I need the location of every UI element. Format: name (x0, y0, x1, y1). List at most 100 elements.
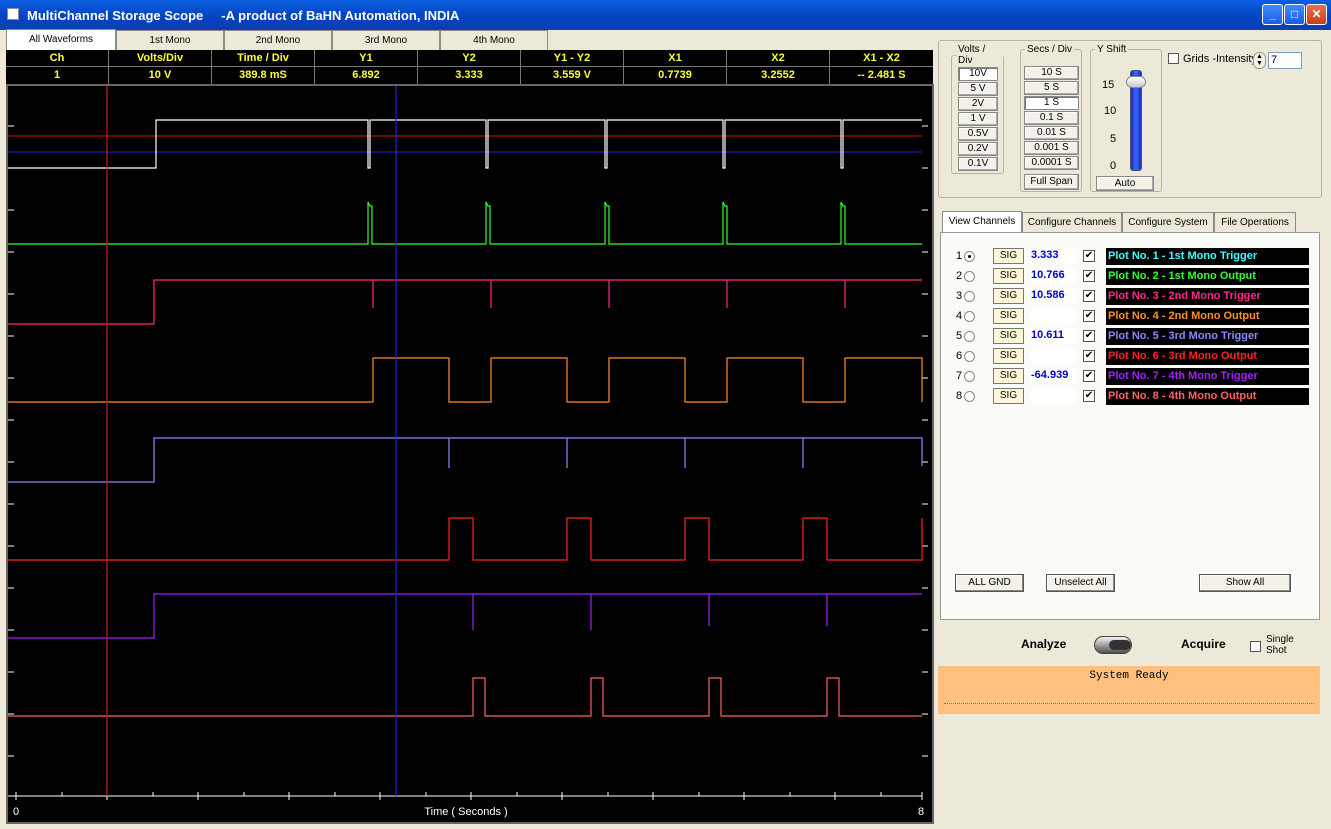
single-shot-label: Single Shot (1266, 634, 1294, 656)
channel-number: 4 (956, 310, 963, 322)
channel-visible-checkbox[interactable]: ✔ (1083, 370, 1095, 382)
secs-0-0001s-button[interactable]: 0.0001 S (1024, 156, 1079, 170)
channel-radio[interactable] (964, 311, 975, 322)
single-shot-checkbox[interactable] (1250, 641, 1261, 652)
tab-4th-mono[interactable]: 4th Mono (440, 30, 548, 50)
value-time-div: 389.8 mS (212, 67, 315, 84)
control-panel: Volts / Div 10V 5 V 2V 1 V 0.5V 0.2V 0.1… (938, 36, 1325, 824)
analyze-acquire-toggle[interactable] (1094, 636, 1132, 654)
secs-0-1s-button[interactable]: 0.1 S (1024, 111, 1079, 125)
channel-name: Plot No. 5 - 3rd Mono Trigger (1106, 328, 1309, 345)
unselect-all-button[interactable]: Unselect All (1046, 574, 1115, 592)
tab-view-channels[interactable]: View Channels (942, 211, 1022, 232)
channel-radio[interactable] (964, 391, 975, 402)
grids-intensity-label: Grids -Intensity (1183, 53, 1257, 65)
channel-radio[interactable] (964, 251, 975, 262)
secs-1s-button[interactable]: 1 S (1024, 96, 1079, 110)
header-volts-div: Volts/Div (109, 50, 212, 67)
tab-1st-mono[interactable]: 1st Mono (116, 30, 224, 50)
volts-0-5v-button[interactable]: 0.5V (958, 127, 998, 141)
waveform-ch7 (8, 593, 922, 639)
y-shift-auto-button[interactable]: Auto (1096, 176, 1154, 191)
header-y1-y2: Y1 - Y2 (521, 50, 624, 67)
header-x2: X2 (727, 50, 830, 67)
tab-all-waveforms[interactable]: All Waveforms (6, 29, 116, 50)
channel-radio[interactable] (964, 351, 975, 362)
grids-intensity-input[interactable]: 7 (1268, 52, 1302, 69)
channel-name: Plot No. 8 - 4th Mono Output (1106, 388, 1309, 405)
channel-name: Plot No. 4 - 2nd Mono Output (1106, 308, 1309, 325)
channel-visible-checkbox[interactable]: ✔ (1083, 390, 1095, 402)
channel-row: 2 SIG 10.766 ✔ Plot No. 2 - 1st Mono Output (956, 268, 1311, 286)
value-x1-x2: -- 2.481 S (857, 69, 906, 81)
channel-number: 1 (956, 250, 963, 262)
secs-0-01s-button[interactable]: 0.01 S (1024, 126, 1079, 140)
channel-value: 10.766 (1030, 268, 1076, 284)
grids-spinner[interactable]: ▲ ▼ (1253, 52, 1266, 69)
header-time-div: Time / Div (212, 50, 315, 67)
scope-display[interactable]: 0 8 Time ( Seconds ) (6, 84, 934, 824)
volts-0-1v-button[interactable]: 0.1V (958, 157, 998, 171)
sig-button[interactable]: SIG (993, 308, 1024, 324)
channel-value (1030, 308, 1076, 324)
tab-3rd-mono[interactable]: 3rd Mono (332, 30, 440, 50)
waveform-plot[interactable]: 0 8 Time ( Seconds ) (8, 86, 932, 822)
sig-button[interactable]: SIG (993, 248, 1024, 264)
y-shift-legend: Y Shift (1097, 44, 1127, 55)
tab-configure-channels[interactable]: Configure Channels (1022, 212, 1122, 232)
header-y2: Y2 (418, 50, 521, 67)
channel-visible-checkbox[interactable]: ✔ (1083, 330, 1095, 342)
channel-value: 10.586 (1030, 288, 1076, 304)
grids-checkbox[interactable] (1168, 53, 1179, 64)
sig-button[interactable]: SIG (993, 388, 1024, 404)
close-button[interactable]: ✕ (1306, 4, 1327, 25)
volts-10v-button[interactable]: 10V (958, 67, 998, 81)
sig-button[interactable]: SIG (993, 328, 1024, 344)
channel-value: 3.333 (1030, 248, 1076, 264)
channel-name: Plot No. 7 - 4th Mono Trigger (1106, 368, 1309, 385)
volts-1v-button[interactable]: 1 V (958, 112, 998, 126)
waveform-ch5 (8, 437, 923, 483)
measurement-table: Ch Volts/Div Time / Div Y1 Y2 Y1 - Y2 X1… (6, 50, 933, 84)
channel-visible-checkbox[interactable]: ✔ (1083, 270, 1095, 282)
volts-2v-button[interactable]: 2V (958, 97, 998, 111)
all-gnd-button[interactable]: ALL GND (955, 574, 1024, 592)
full-span-button[interactable]: Full Span (1024, 174, 1079, 190)
secs-0-001s-button[interactable]: 0.001 S (1024, 141, 1079, 155)
show-all-button[interactable]: Show All (1199, 574, 1291, 592)
channel-radio[interactable] (964, 371, 975, 382)
waveform-ch2 (8, 201, 922, 245)
channel-visible-checkbox[interactable]: ✔ (1083, 250, 1095, 262)
sig-button[interactable]: SIG (993, 288, 1024, 304)
channel-radio[interactable] (964, 271, 975, 282)
channel-radio[interactable] (964, 291, 975, 302)
window-title: MultiChannel Storage Scope -A product of… (27, 8, 460, 23)
channel-visible-checkbox[interactable]: ✔ (1083, 290, 1095, 302)
channel-value: 10.611 (1030, 328, 1076, 344)
maximize-button[interactable]: □ (1284, 4, 1305, 25)
channel-name: Plot No. 1 - 1st Mono Trigger (1106, 248, 1309, 265)
secs-10s-button[interactable]: 10 S (1024, 66, 1079, 80)
channel-radio[interactable] (964, 331, 975, 342)
sig-button[interactable]: SIG (993, 348, 1024, 364)
channel-row: 7 SIG -64.939 ✔ Plot No. 7 - 4th Mono Trigge… (956, 368, 1311, 386)
channel-visible-checkbox[interactable]: ✔ (1083, 310, 1095, 322)
y-shift-tick-5: 5 (1110, 133, 1117, 145)
y-shift-slider-thumb[interactable] (1126, 76, 1146, 88)
tab-file-operations[interactable]: File Operations (1214, 212, 1296, 232)
y-shift-group: Y Shift (1090, 44, 1162, 192)
minimize-button[interactable]: _ (1262, 4, 1283, 25)
secs-5s-button[interactable]: 5 S (1024, 81, 1079, 95)
tab-2nd-mono[interactable]: 2nd Mono (224, 30, 332, 50)
volts-0-2v-button[interactable]: 0.2V (958, 142, 998, 156)
tab-configure-system[interactable]: Configure System (1122, 212, 1214, 232)
secs-div-legend: Secs / Div (1027, 44, 1073, 55)
sig-button[interactable]: SIG (993, 268, 1024, 284)
app-icon[interactable] (7, 8, 19, 20)
channel-visible-checkbox[interactable]: ✔ (1083, 350, 1095, 362)
sig-button[interactable]: SIG (993, 368, 1024, 384)
waveform-ch3 (8, 279, 922, 325)
channel-number: 3 (956, 290, 963, 302)
value-volts-div: 10 V (109, 67, 212, 84)
volts-5v-button[interactable]: 5 V (958, 82, 998, 96)
